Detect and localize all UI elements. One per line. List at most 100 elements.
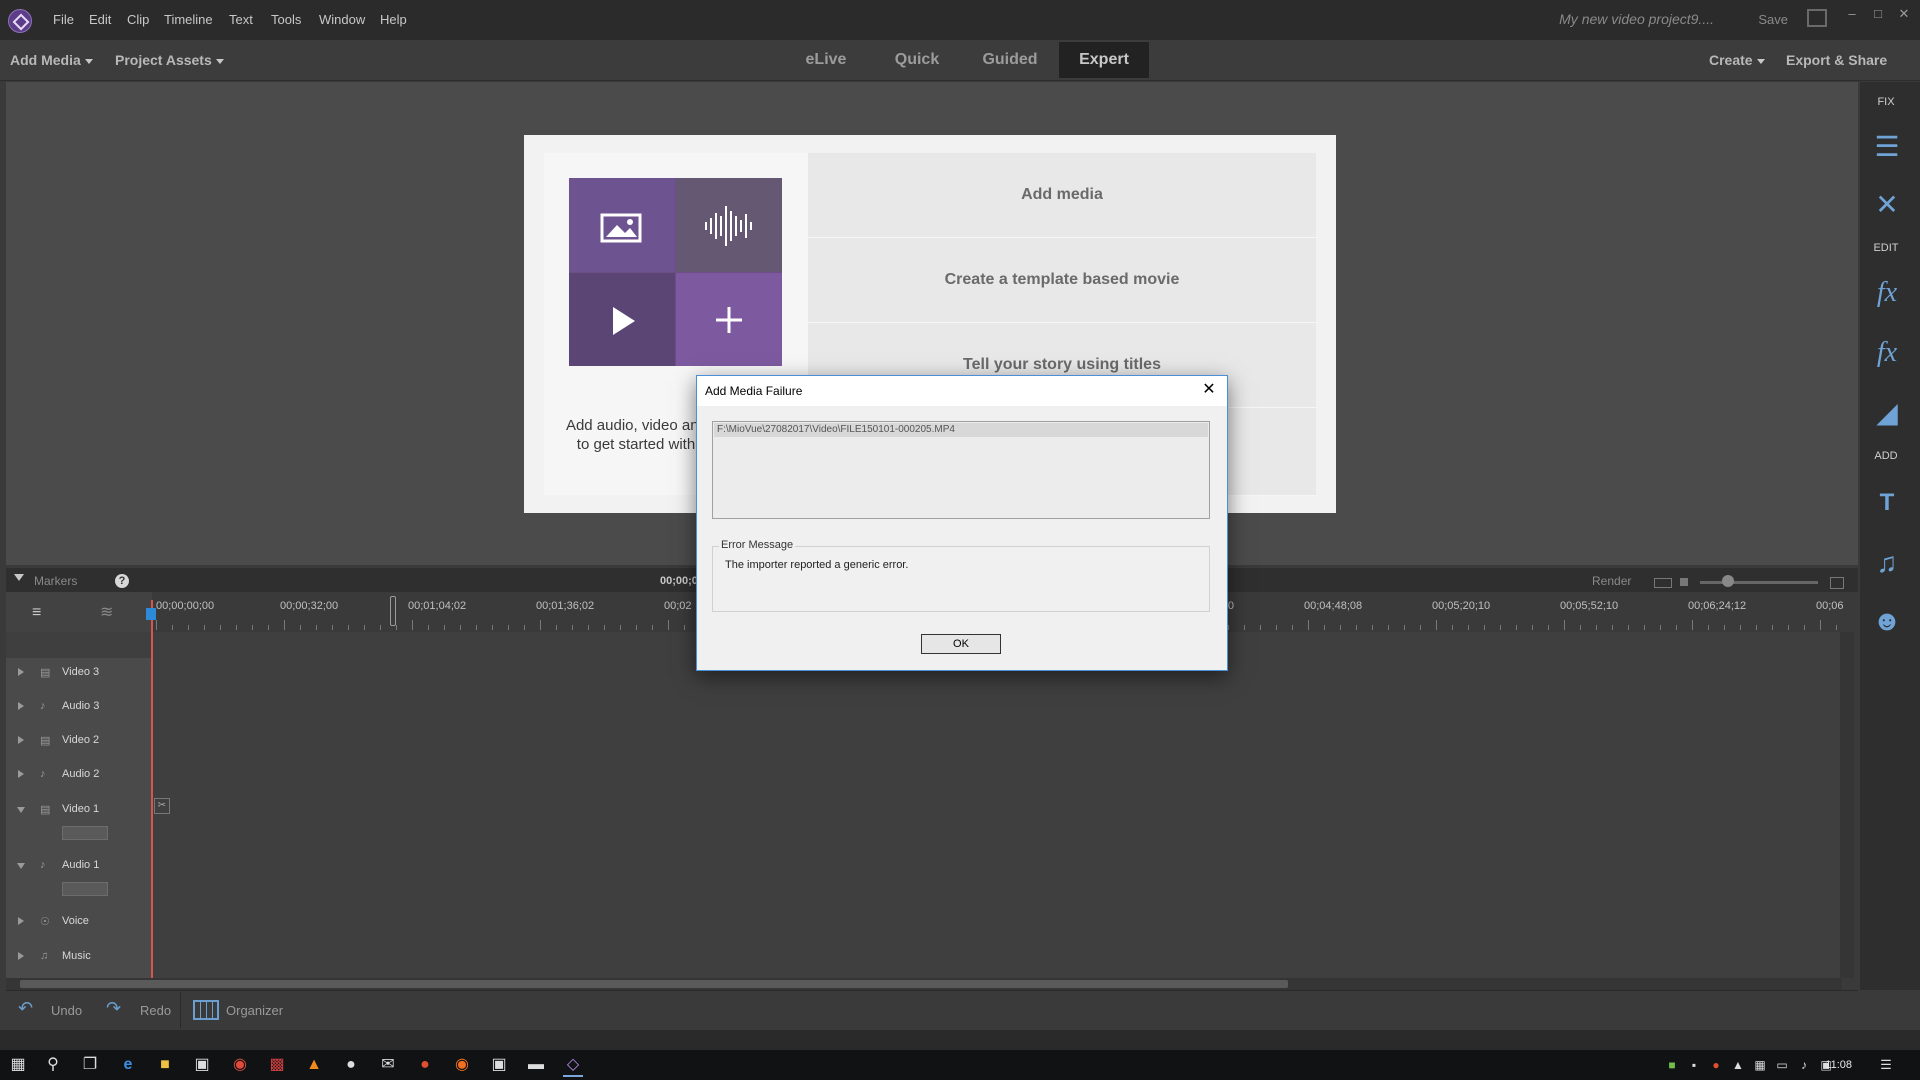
music-icon[interactable]: ♫ [1870, 546, 1904, 580]
app-icon[interactable]: ▩ [267, 1055, 287, 1075]
tray-icon[interactable]: ▦ [1750, 1055, 1770, 1075]
premiere-elements-taskbar-icon[interactable]: ◇ [563, 1055, 583, 1077]
tab-expert[interactable]: Expert [1059, 42, 1149, 78]
tray-icon[interactable]: ▲ [1728, 1055, 1748, 1075]
menu-edit[interactable]: Edit [89, 12, 111, 27]
store-icon[interactable]: ▣ [192, 1055, 212, 1075]
fx-icon[interactable]: fx [1870, 336, 1904, 370]
collapse-timeline-icon[interactable] [14, 574, 24, 581]
track-header-audio3[interactable]: ♪ Audio 3 [6, 692, 152, 727]
expand-track-icon[interactable] [18, 917, 24, 925]
track-lane-audio3[interactable] [153, 692, 1839, 727]
template-movie-option[interactable]: Create a template based movie [808, 238, 1316, 323]
redo-icon[interactable]: ↷ [106, 998, 121, 1019]
playhead[interactable] [151, 600, 153, 978]
adjust-icon[interactable]: ☰ [1870, 130, 1904, 164]
keyframe-controls[interactable] [62, 826, 108, 840]
track-header-video3[interactable]: ▤ Video 3 [6, 658, 152, 693]
menu-text[interactable]: Text [229, 12, 253, 27]
tab-quick[interactable]: Quick [874, 42, 960, 78]
audio-waveform-icon[interactable]: ≋ [100, 602, 113, 622]
vlc-icon[interactable]: ▲ [304, 1055, 324, 1075]
save-button[interactable]: Save [1758, 12, 1788, 27]
tray-icon[interactable]: ● [1706, 1055, 1726, 1075]
effects-edit-icon[interactable]: fx [1870, 276, 1904, 310]
keyframe-controls[interactable] [62, 882, 108, 896]
mail-icon[interactable]: ✉ [378, 1055, 398, 1075]
close-icon[interactable]: ✕ [1199, 380, 1219, 400]
menu-timeline[interactable]: Timeline [164, 12, 213, 27]
tray-icon[interactable]: ▪ [1684, 1055, 1704, 1075]
render-button[interactable]: Render [1592, 574, 1631, 588]
tools-icon[interactable]: ✕ [1870, 188, 1904, 222]
help-icon[interactable]: ? [115, 574, 129, 588]
organizer-icon[interactable] [193, 1000, 219, 1020]
scissors-icon[interactable]: ✂ [154, 798, 170, 814]
menu-help[interactable]: Help [380, 12, 407, 27]
expand-track-icon[interactable] [18, 952, 24, 960]
close-window-icon[interactable]: ✕ [1894, 6, 1914, 24]
file-explorer-icon[interactable]: ■ [155, 1055, 175, 1075]
track-lane-audio2[interactable] [153, 760, 1839, 796]
markers-dropdown[interactable]: Markers [34, 574, 77, 588]
organizer-button[interactable]: Organizer [226, 1003, 283, 1018]
scrollbar-thumb[interactable] [20, 980, 1288, 988]
graphics-icon[interactable]: ☻ [1870, 604, 1904, 638]
app-icon[interactable]: ▣ [489, 1055, 509, 1075]
failed-file-row[interactable]: F:\MioVue\27082017\Video\FILE150101-0002… [714, 423, 1208, 437]
project-assets-button[interactable]: Project Assets [115, 52, 224, 68]
smart-trim-icon[interactable]: ≡ [32, 604, 41, 622]
create-button[interactable]: Create [1709, 52, 1765, 68]
zoom-slider[interactable] [1700, 581, 1818, 584]
expand-track-icon[interactable] [18, 702, 24, 710]
collapse-track-icon[interactable] [17, 863, 25, 869]
track-header-music[interactable]: ♫ Music [6, 942, 152, 979]
taskbar-clock[interactable]: 11:08 [1825, 1059, 1852, 1071]
tab-guided[interactable]: Guided [965, 42, 1055, 78]
app-icon[interactable]: ● [341, 1055, 361, 1075]
menu-clip[interactable]: Clip [127, 12, 149, 27]
ok-button[interactable]: OK [921, 634, 1001, 654]
minimize-icon[interactable]: – [1842, 6, 1862, 24]
redo-button[interactable]: Redo [140, 1003, 171, 1018]
timeline-vertical-scrollbar[interactable] [1840, 632, 1854, 978]
playhead-handle[interactable] [146, 608, 156, 620]
track-header-video2[interactable]: ▤ Video 2 [6, 726, 152, 761]
track-lane-music[interactable] [153, 942, 1839, 979]
collapse-track-icon[interactable] [17, 807, 25, 813]
zoom-out-icon[interactable] [1680, 578, 1688, 586]
search-icon[interactable]: ⚲ [43, 1055, 63, 1075]
tab-elive[interactable]: eLive [783, 42, 869, 78]
volume-icon[interactable]: ♪ [1794, 1055, 1814, 1075]
track-header-video1[interactable]: ▤ Video 1 [6, 795, 152, 852]
expand-track-icon[interactable] [18, 668, 24, 676]
transitions-icon[interactable]: ◢ [1870, 396, 1904, 430]
edge-icon[interactable]: e [118, 1055, 138, 1075]
track-lane-voice[interactable] [153, 907, 1839, 943]
app-icon[interactable]: ▬ [526, 1055, 546, 1075]
firefox-icon[interactable]: ◉ [452, 1055, 472, 1075]
add-media-button[interactable]: Add Media [10, 52, 93, 68]
track-lane-video1[interactable] [153, 795, 1839, 852]
fit-timeline-icon[interactable] [1654, 578, 1672, 588]
track-header-audio1[interactable]: ♪ Audio 1 [6, 851, 152, 908]
expand-track-icon[interactable] [18, 770, 24, 778]
track-lane-video2[interactable] [153, 726, 1839, 761]
zoom-slider-handle[interactable] [1722, 575, 1734, 587]
media-thumbnail-grid[interactable] [569, 178, 782, 366]
notifications-icon[interactable]: ☰ [1876, 1055, 1896, 1075]
expand-track-icon[interactable] [18, 736, 24, 744]
work-area-end-handle[interactable] [390, 596, 396, 626]
zoom-in-icon[interactable] [1830, 577, 1844, 589]
menu-window[interactable]: Window [319, 12, 365, 27]
windows-start-icon[interactable]: ▦ [8, 1055, 28, 1075]
failed-files-list[interactable]: F:\MioVue\27082017\Video\FILE150101-0002… [712, 421, 1210, 519]
network-icon[interactable]: ▭ [1772, 1055, 1792, 1075]
undo-button[interactable]: Undo [51, 1003, 82, 1018]
maximize-icon[interactable]: □ [1868, 6, 1888, 24]
track-header-voice[interactable]: ☉ Voice [6, 907, 152, 943]
fullscreen-icon[interactable] [1807, 9, 1827, 27]
menu-tools[interactable]: Tools [271, 12, 301, 27]
app-icon[interactable]: ● [415, 1055, 435, 1075]
track-header-audio2[interactable]: ♪ Audio 2 [6, 760, 152, 796]
